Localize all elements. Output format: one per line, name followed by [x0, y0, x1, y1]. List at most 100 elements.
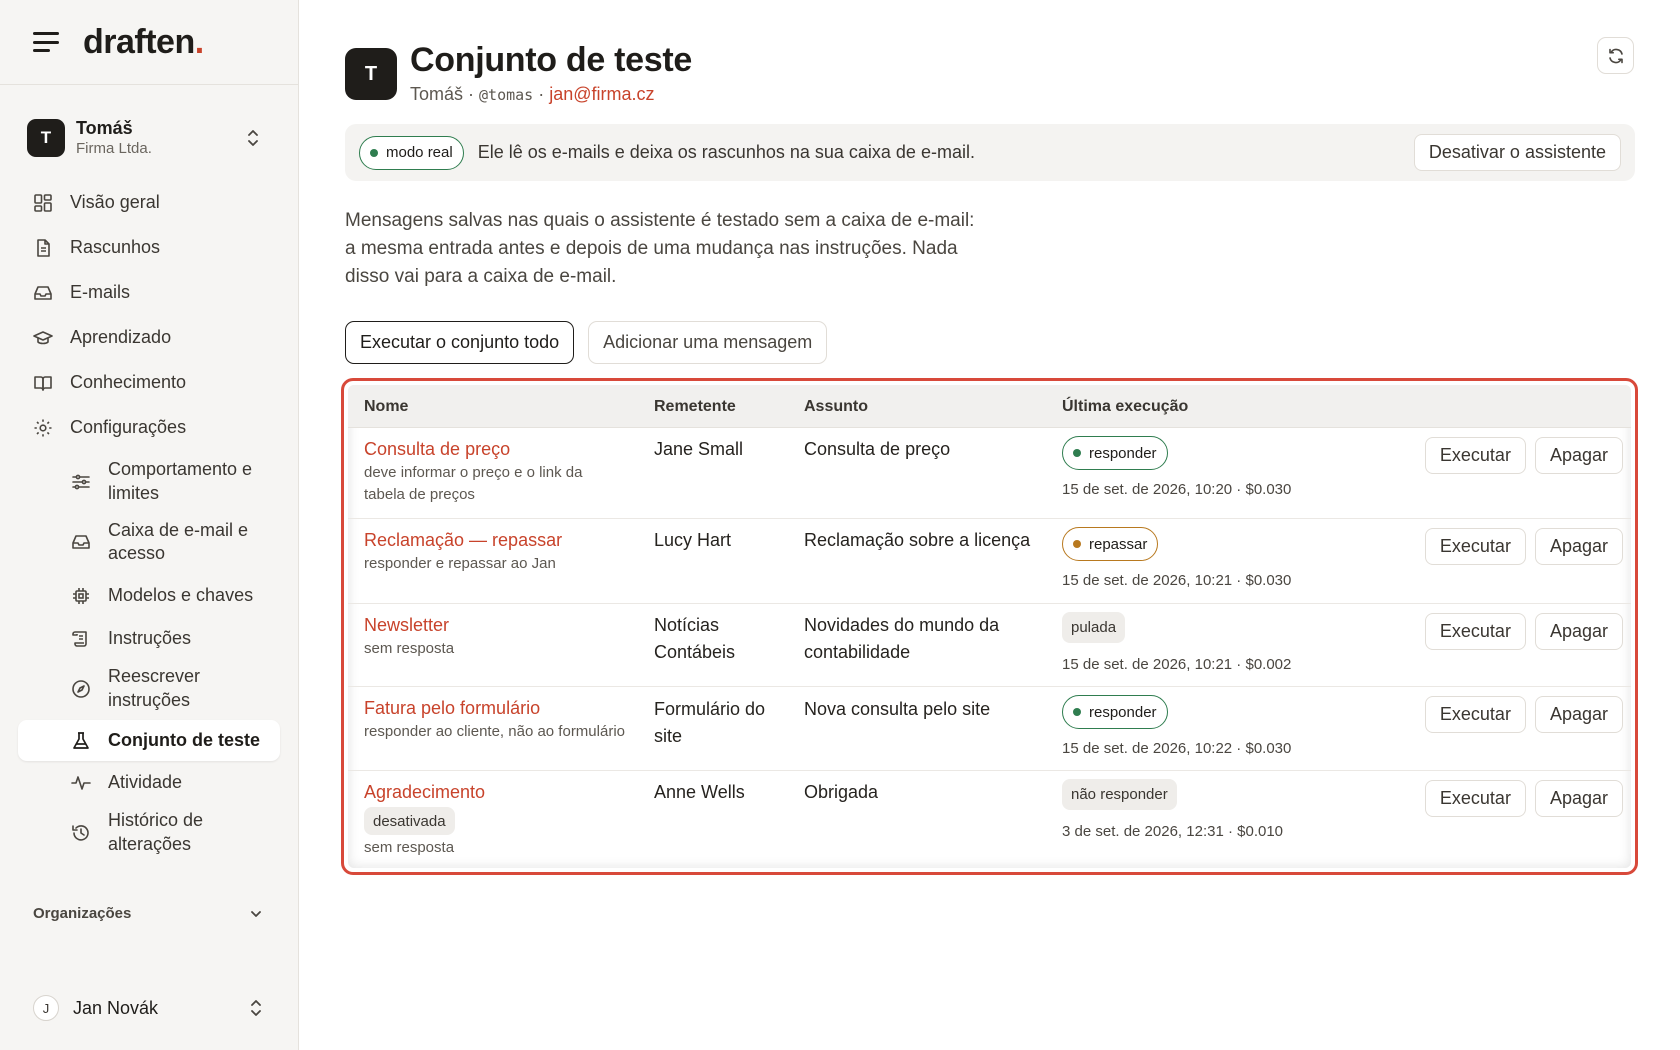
book-icon: [32, 372, 54, 394]
sliders-icon: [70, 471, 92, 493]
run-button[interactable]: Executar: [1424, 780, 1526, 817]
scroll-icon: [70, 628, 92, 650]
run-button[interactable]: Executar: [1424, 696, 1526, 733]
inbox-icon: [70, 531, 92, 553]
sidebar-item-label: Atividade: [108, 771, 183, 792]
table-row: Consulta de preço deve informar o preço …: [348, 428, 1631, 519]
sidebar-item-label: Configurações: [70, 417, 187, 437]
last-run-meta: 15 de set. de 2026, 10:21 · $0.030: [1062, 572, 1292, 589]
page-title: Conjunto de teste: [410, 41, 693, 79]
sidebar-subitem-test-set[interactable]: Conjunto de teste: [18, 720, 280, 761]
subject: Obrigada: [804, 782, 879, 802]
sender: Notícias Contábeis: [654, 615, 736, 662]
disable-assistant-button[interactable]: Desativar o assistente: [1413, 134, 1621, 171]
column-header-subject: Assunto: [804, 398, 868, 415]
delete-button[interactable]: Apagar: [1534, 437, 1623, 474]
delete-button[interactable]: Apagar: [1534, 780, 1623, 817]
refresh-button[interactable]: [1597, 37, 1634, 74]
brand-bar: draften.: [0, 0, 298, 85]
sidebar-item-label: Modelos e chaves: [108, 584, 254, 605]
document-icon: [32, 237, 54, 259]
run-button[interactable]: Executar: [1424, 437, 1526, 474]
page-description: Mensagens salvas nas quais o assistente …: [345, 210, 975, 287]
owner-email[interactable]: jan@firma.cz: [549, 84, 654, 104]
sidebar-item-overview[interactable]: Visão geral: [18, 180, 280, 225]
dashboard-icon: [32, 192, 54, 214]
sidebar-subitem-instructions[interactable]: Instruções: [18, 617, 280, 660]
user-menu[interactable]: J Jan Novák: [33, 993, 263, 1023]
table-row: Fatura pelo formulário responder ao clie…: [348, 687, 1631, 771]
run-button[interactable]: Executar: [1424, 613, 1526, 650]
workspace-name: Tomáš: [76, 118, 133, 139]
flask-icon: [70, 730, 92, 752]
workspace-avatar: T: [27, 119, 65, 157]
gear-icon: [32, 417, 54, 439]
hamburger-menu-icon[interactable]: [33, 32, 59, 52]
sidebar-subitem-change-history[interactable]: Histórico de alterações: [18, 804, 280, 861]
result-badge: pulada: [1062, 612, 1126, 643]
sidebar-subitem-activity[interactable]: Atividade: [18, 761, 280, 804]
test-note: responder e repassar ao Jan: [364, 555, 556, 572]
sidebar-item-settings[interactable]: Configurações: [18, 405, 280, 450]
sidebar-item-emails[interactable]: E-mails: [18, 270, 280, 315]
run-all-button[interactable]: Executar o conjunto todo: [345, 321, 575, 364]
refresh-icon: [1608, 48, 1623, 63]
result-badge: responder: [1062, 695, 1168, 729]
sidebar-subitem-rewrite-instructions[interactable]: Reescrever instruções: [18, 660, 280, 717]
test-note: deve informar o preço e o link da tabela…: [364, 464, 583, 503]
sidebar-item-label: Visão geral: [70, 192, 160, 212]
test-note: sem resposta: [364, 839, 455, 856]
last-run-meta: 3 de set. de 2026, 12:31 · $0.010: [1062, 823, 1284, 840]
delete-button[interactable]: Apagar: [1534, 613, 1623, 650]
status-badge: modo real: [359, 135, 464, 170]
table-row: Reclamação — repassar responder e repass…: [348, 519, 1631, 604]
status-dot-icon: [1073, 449, 1081, 457]
sidebar-item-label: Instruções: [108, 627, 192, 648]
mode-banner: modo real Ele lê os e-mails e deixa os r…: [345, 124, 1635, 181]
test-name-link[interactable]: Newsletter: [364, 615, 654, 636]
test-name-link[interactable]: Fatura pelo formulário: [364, 698, 654, 719]
sidebar-subitem-mailbox-access[interactable]: Caixa de e-mail e acesso: [18, 510, 280, 574]
sidebar-item-label: Rascunhos: [70, 237, 161, 257]
test-name-link[interactable]: Reclamação — repassar: [364, 530, 654, 551]
chip-icon: [70, 585, 92, 607]
column-header-name: Nome: [364, 398, 409, 415]
avatar: J: [33, 995, 59, 1021]
app-logo[interactable]: draften.: [83, 23, 204, 62]
test-note: sem resposta: [364, 640, 455, 657]
subject: Reclamação sobre a licença: [804, 530, 1031, 550]
table-row: Agradecimento desativada sem resposta An…: [348, 771, 1631, 866]
disabled-badge: desativada: [364, 807, 455, 835]
banner-text: Ele lê os e-mails e deixa os rascunhos n…: [477, 142, 975, 162]
compass-icon: [70, 678, 92, 700]
run-button[interactable]: Executar: [1424, 528, 1526, 565]
sidebar-item-knowledge[interactable]: Conhecimento: [18, 360, 280, 405]
column-header-last-run: Última execução: [1062, 398, 1189, 415]
sidebar-subitem-models-keys[interactable]: Modelos e chaves: [18, 574, 280, 617]
sidebar-item-drafts[interactable]: Rascunhos: [18, 225, 280, 270]
organizations-label: Organizações: [33, 905, 132, 922]
table-header: Nome Remetente Assunto Última execução: [348, 385, 1631, 428]
test-name-link[interactable]: Consulta de preço: [364, 439, 654, 460]
history-icon: [70, 822, 92, 844]
test-name-link[interactable]: Agradecimento: [364, 782, 654, 803]
test-set-table: Nome Remetente Assunto Última execução C…: [348, 385, 1631, 868]
status-dot-icon: [1073, 540, 1081, 548]
table-row: Newsletter sem resposta Notícias Contábe…: [348, 604, 1631, 687]
result-badge: não responder: [1062, 779, 1177, 810]
assistant-avatar: T: [345, 48, 397, 100]
separator: ·: [533, 84, 550, 104]
sidebar-item-label: Reescrever instruções: [108, 666, 201, 710]
workspace-switcher[interactable]: T Tomáš Firma Ltda.: [18, 104, 280, 172]
page-header: T Conjunto de teste Tomáš · @tomas · jan…: [345, 40, 692, 105]
sidebar-item-label: Comportamento e limites: [108, 459, 253, 503]
sidebar-item-learning[interactable]: Aprendizado: [18, 315, 280, 360]
organizations-toggle[interactable]: Organizações: [33, 905, 263, 922]
delete-button[interactable]: Apagar: [1534, 696, 1623, 733]
subject: Consulta de preço: [804, 439, 951, 459]
separator: ·: [463, 84, 480, 104]
sidebar-subitem-behavior-limits[interactable]: Comportamento e limites: [18, 453, 280, 510]
action-bar: Executar o conjunto todo Adicionar uma m…: [345, 321, 828, 364]
add-message-button[interactable]: Adicionar uma mensagem: [588, 321, 828, 364]
delete-button[interactable]: Apagar: [1534, 528, 1623, 565]
